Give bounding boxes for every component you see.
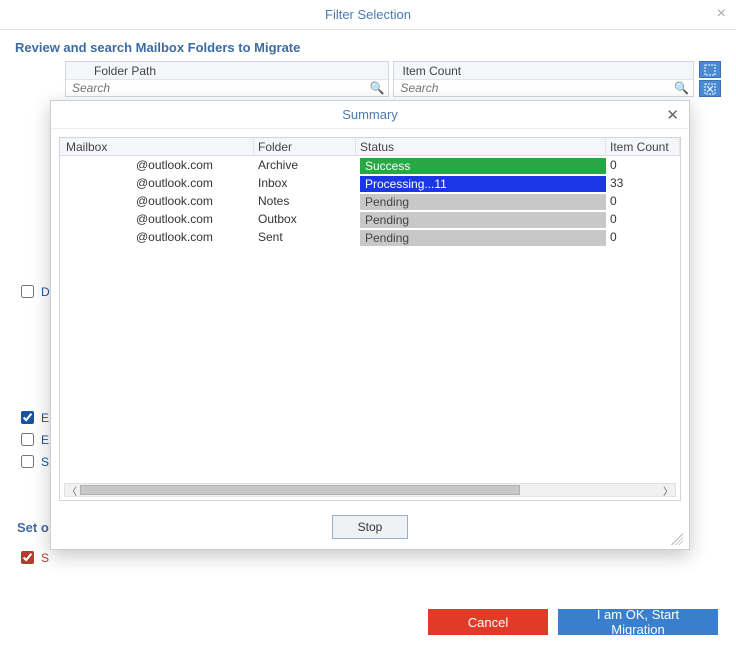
- col-header-mailbox[interactable]: Mailbox: [60, 138, 254, 155]
- cell-status: Pending: [356, 228, 606, 246]
- option-checkbox-e1[interactable]: E: [17, 408, 49, 427]
- filter-row: Folder Path 🔍 Item Count 🔍: [65, 61, 721, 97]
- cell-mailbox: @outlook.com: [60, 228, 254, 246]
- summary-dialog: Summary ✕ Mailbox Folder Status Item Cou…: [50, 100, 690, 550]
- main-title-bar: Filter Selection ×: [0, 0, 736, 30]
- close-icon[interactable]: ×: [717, 5, 726, 23]
- selection-side-buttons: [699, 61, 721, 97]
- dialog-title: Summary: [342, 107, 398, 122]
- scroll-right-icon[interactable]: 〉: [661, 483, 675, 498]
- option-checkbox-s[interactable]: S: [17, 452, 49, 471]
- status-badge: Pending: [360, 212, 606, 228]
- cell-folder: Notes: [254, 192, 356, 210]
- cell-status: Pending: [356, 192, 606, 210]
- start-migration-button[interactable]: I am OK, Start Migration: [558, 609, 718, 635]
- select-all-button[interactable]: [699, 61, 721, 78]
- dialog-title-bar: Summary ✕: [51, 101, 689, 129]
- horizontal-scrollbar[interactable]: 〈 〉: [64, 483, 676, 497]
- cell-mailbox: @outlook.com: [60, 156, 254, 174]
- option-label: S: [41, 551, 49, 565]
- option-label: D: [41, 285, 50, 299]
- item-count-search-wrap: 🔍: [394, 80, 693, 96]
- cell-folder: Sent: [254, 228, 356, 246]
- col-header-status[interactable]: Status: [356, 138, 606, 155]
- stop-button[interactable]: Stop: [332, 515, 408, 539]
- grid-header: Mailbox Folder Status Item Count: [60, 138, 680, 156]
- option-label: E: [41, 433, 49, 447]
- status-badge: Processing...11: [360, 176, 606, 192]
- folder-path-search-input[interactable]: [66, 80, 388, 96]
- scroll-thumb[interactable]: [80, 485, 520, 495]
- folder-path-search-wrap: 🔍: [66, 80, 388, 96]
- cell-mailbox: @outlook.com: [60, 192, 254, 210]
- status-badge: Success: [360, 158, 606, 174]
- option-label: E: [41, 411, 49, 425]
- table-row[interactable]: @outlook.comNotesPending0: [60, 192, 680, 210]
- status-badge: Pending: [360, 230, 606, 246]
- cell-count: 0: [606, 210, 680, 228]
- cell-count: 0: [606, 156, 680, 174]
- cancel-button[interactable]: Cancel: [428, 609, 548, 635]
- table-row[interactable]: @outlook.comSentPending0: [60, 228, 680, 246]
- select-all-icon: [704, 64, 716, 76]
- cell-folder: Inbox: [254, 174, 356, 192]
- option-checkbox-s2[interactable]: S: [17, 548, 49, 567]
- cell-count: 33: [606, 174, 680, 192]
- table-row[interactable]: @outlook.comInboxProcessing...1133: [60, 174, 680, 192]
- table-row[interactable]: @outlook.comArchiveSuccess0: [60, 156, 680, 174]
- main-title: Filter Selection: [325, 7, 411, 22]
- col-header-folder[interactable]: Folder: [254, 138, 356, 155]
- scroll-left-icon[interactable]: 〈: [65, 483, 79, 498]
- clear-all-icon: [704, 83, 716, 95]
- dialog-footer: Stop: [51, 505, 689, 549]
- item-count-search-input[interactable]: [394, 80, 693, 96]
- summary-grid: Mailbox Folder Status Item Count @outloo…: [59, 137, 681, 501]
- cell-folder: Archive: [254, 156, 356, 174]
- footer-buttons: Cancel I am OK, Start Migration: [428, 609, 718, 635]
- search-icon[interactable]: 🔍: [369, 81, 384, 95]
- option-checkbox-d[interactable]: D: [17, 282, 50, 301]
- cell-mailbox: @outlook.com: [60, 210, 254, 228]
- table-row[interactable]: @outlook.comOutboxPending0: [60, 210, 680, 228]
- item-count-header: Item Count: [394, 62, 693, 80]
- cell-status: Pending: [356, 210, 606, 228]
- clear-all-button[interactable]: [699, 80, 721, 97]
- option-checkbox-e2[interactable]: E: [17, 430, 49, 449]
- folder-path-column: Folder Path 🔍: [65, 61, 389, 97]
- option-label: S: [41, 455, 49, 469]
- section-heading-set: Set o: [17, 520, 49, 535]
- close-icon[interactable]: ✕: [666, 106, 679, 124]
- item-count-column: Item Count 🔍: [393, 61, 694, 97]
- page-subtitle: Review and search Mailbox Folders to Mig…: [0, 30, 736, 61]
- folder-path-header: Folder Path: [66, 62, 388, 80]
- grid-body: @outlook.comArchiveSuccess0@outlook.comI…: [60, 156, 680, 500]
- cell-mailbox: @outlook.com: [60, 174, 254, 192]
- col-header-count[interactable]: Item Count: [606, 138, 680, 155]
- cell-count: 0: [606, 228, 680, 246]
- cell-count: 0: [606, 192, 680, 210]
- search-icon[interactable]: 🔍: [674, 81, 689, 95]
- cell-status: Success: [356, 156, 606, 174]
- cell-status: Processing...11: [356, 174, 606, 192]
- status-badge: Pending: [360, 194, 606, 210]
- resize-grip-icon[interactable]: [671, 533, 683, 545]
- cell-folder: Outbox: [254, 210, 356, 228]
